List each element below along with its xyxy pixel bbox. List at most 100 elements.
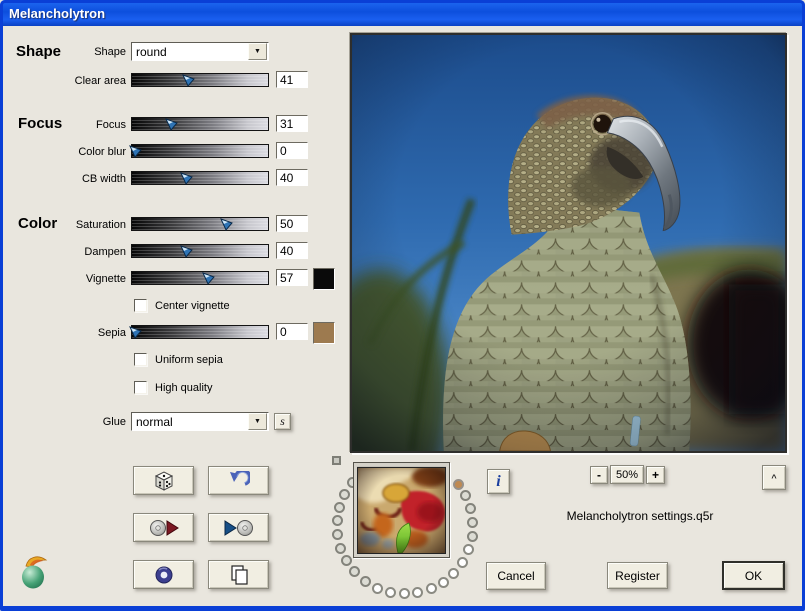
focus-value[interactable] bbox=[276, 115, 308, 132]
dial-dot[interactable] bbox=[453, 479, 464, 490]
vignette-color-swatch[interactable] bbox=[313, 268, 335, 290]
dial-dot[interactable] bbox=[385, 587, 396, 598]
dial-dot[interactable] bbox=[334, 502, 345, 513]
dial-dot[interactable] bbox=[457, 557, 468, 568]
color-blur-label: Color blur bbox=[0, 146, 126, 158]
zoom-in-button[interactable]: + bbox=[646, 466, 665, 484]
undo-button[interactable] bbox=[208, 466, 269, 495]
dial-dot[interactable] bbox=[341, 555, 352, 566]
dial-dot[interactable] bbox=[465, 503, 476, 514]
dial-dot[interactable] bbox=[360, 576, 371, 587]
zoom-out-button[interactable]: - bbox=[590, 466, 608, 484]
vignette-value[interactable] bbox=[276, 269, 308, 286]
register-button[interactable]: Register bbox=[607, 562, 668, 589]
dial-dot[interactable] bbox=[463, 544, 474, 555]
dial-origin-marker bbox=[332, 456, 341, 465]
dice-icon bbox=[152, 470, 176, 492]
dampen-value[interactable] bbox=[276, 242, 308, 259]
saturation-slider[interactable] bbox=[131, 217, 269, 231]
ring-icon bbox=[153, 565, 175, 585]
center-vignette-checkbox[interactable] bbox=[134, 299, 147, 312]
glue-label: Glue bbox=[0, 416, 126, 428]
copy-button[interactable] bbox=[208, 560, 269, 589]
focus-slider[interactable] bbox=[131, 117, 269, 131]
dial-dot[interactable] bbox=[467, 531, 478, 542]
uniform-sepia-checkbox[interactable] bbox=[134, 353, 147, 366]
dampen-label: Dampen bbox=[0, 246, 126, 258]
clear-area-value[interactable] bbox=[276, 71, 308, 88]
vignette-slider[interactable] bbox=[131, 271, 269, 285]
flaming-pear-logo bbox=[18, 554, 52, 590]
slider-thumb[interactable] bbox=[180, 172, 193, 185]
info-button[interactable]: i bbox=[487, 469, 510, 494]
cancel-button[interactable]: Cancel bbox=[486, 562, 546, 590]
color-blur-value[interactable] bbox=[276, 142, 308, 159]
glue-dropdown-value: normal bbox=[132, 415, 247, 429]
slider-thumb[interactable] bbox=[180, 245, 193, 258]
slider-thumb[interactable] bbox=[129, 326, 142, 339]
cb-width-slider[interactable] bbox=[131, 171, 269, 185]
shape-dropdown-value: round bbox=[132, 45, 247, 59]
dial-dot[interactable] bbox=[460, 490, 471, 501]
dial-dot[interactable] bbox=[438, 577, 449, 588]
sepia-label: Sepia bbox=[0, 327, 126, 339]
slider-thumb[interactable] bbox=[220, 218, 233, 231]
clear-area-slider[interactable] bbox=[131, 73, 269, 87]
plugin-dialog: Melancholytron Shape Focus Color Shape r… bbox=[0, 0, 805, 611]
dial-dot[interactable] bbox=[372, 583, 383, 594]
collapse-button[interactable]: ^ bbox=[762, 465, 786, 490]
color-blur-slider[interactable] bbox=[131, 144, 269, 158]
shape-dropdown[interactable]: round ▼ bbox=[131, 42, 269, 61]
high-quality-checkbox[interactable] bbox=[134, 381, 147, 394]
sepia-value[interactable] bbox=[276, 323, 308, 340]
clear-area-label: Clear area bbox=[0, 75, 126, 87]
load-settings-button[interactable] bbox=[133, 513, 194, 542]
sepia-slider[interactable] bbox=[131, 325, 269, 339]
save-settings-button[interactable] bbox=[208, 513, 269, 542]
preview-image[interactable] bbox=[352, 35, 785, 451]
preview-pane[interactable] bbox=[350, 33, 787, 453]
seed-thumbnail-image[interactable] bbox=[357, 467, 446, 554]
zoom-level-readout[interactable]: 50% bbox=[610, 465, 644, 484]
slider-thumb[interactable] bbox=[129, 145, 142, 158]
dial-dot[interactable] bbox=[399, 588, 410, 599]
window-titlebar[interactable]: Melancholytron bbox=[0, 0, 805, 26]
window-title: Melancholytron bbox=[0, 6, 105, 21]
undo-arrow-icon bbox=[228, 471, 250, 491]
center-vignette-label: Center vignette bbox=[155, 300, 230, 312]
ring-button[interactable] bbox=[133, 560, 194, 589]
chevron-down-icon[interactable]: ▼ bbox=[248, 413, 267, 430]
dial-dot[interactable] bbox=[426, 583, 437, 594]
saturation-value[interactable] bbox=[276, 215, 308, 232]
slider-thumb[interactable] bbox=[202, 272, 215, 285]
copy-pages-icon bbox=[227, 564, 251, 586]
dial-dot[interactable] bbox=[339, 489, 350, 500]
shape-label: Shape bbox=[0, 46, 126, 58]
dial-dot[interactable] bbox=[349, 566, 360, 577]
vignette-label: Vignette bbox=[0, 273, 126, 285]
focus-label: Focus bbox=[0, 119, 126, 131]
glue-dropdown[interactable]: normal ▼ bbox=[131, 412, 269, 431]
dampen-slider[interactable] bbox=[131, 244, 269, 258]
chevron-down-icon[interactable]: ▼ bbox=[248, 43, 267, 60]
cb-width-label: CB width bbox=[0, 173, 126, 185]
dial-dot[interactable] bbox=[332, 515, 343, 526]
ok-button[interactable]: OK bbox=[722, 561, 785, 590]
disk-save-icon bbox=[224, 517, 254, 539]
seed-thumbnail-frame[interactable] bbox=[353, 462, 450, 558]
cb-width-value[interactable] bbox=[276, 169, 308, 186]
disk-load-icon bbox=[149, 517, 179, 539]
high-quality-label: High quality bbox=[155, 382, 212, 394]
dial-dot[interactable] bbox=[448, 568, 459, 579]
slider-thumb[interactable] bbox=[182, 74, 195, 87]
dial-dot[interactable] bbox=[412, 587, 423, 598]
glue-s-button[interactable]: s bbox=[274, 413, 291, 430]
dial-dot[interactable] bbox=[332, 529, 343, 540]
saturation-label: Saturation bbox=[0, 219, 126, 231]
settings-filename: Melancholytron settings.q5r bbox=[545, 509, 735, 523]
dial-dot[interactable] bbox=[467, 517, 478, 528]
sepia-color-swatch[interactable] bbox=[313, 322, 335, 344]
random-settings-button[interactable] bbox=[133, 466, 194, 495]
dial-dot[interactable] bbox=[335, 543, 346, 554]
slider-thumb[interactable] bbox=[165, 118, 178, 131]
